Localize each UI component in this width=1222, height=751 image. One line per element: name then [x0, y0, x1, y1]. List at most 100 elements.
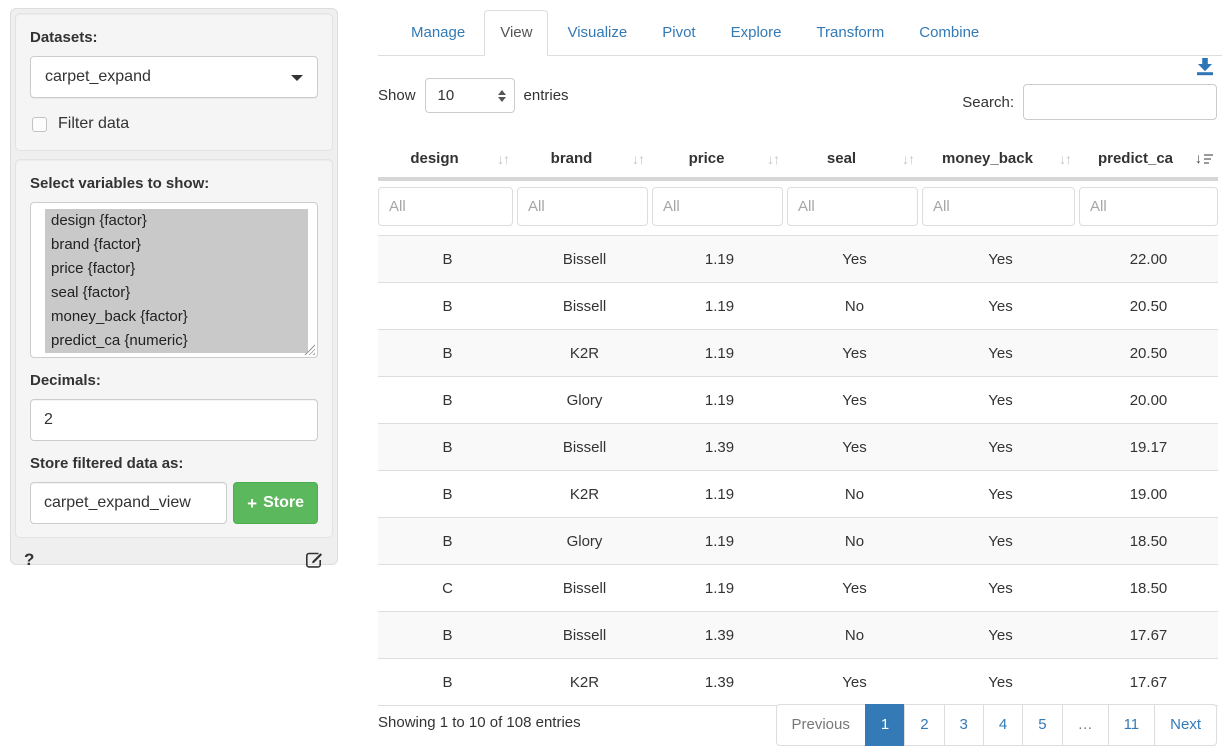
search-input[interactable] [1023, 84, 1217, 120]
column-header-design[interactable]: design ↓↑ ↓ [378, 139, 517, 179]
table-row[interactable]: B Bissell 1.39 Yes Yes 19.17 [378, 424, 1218, 471]
cell-predict-ca: 18.50 [1079, 518, 1218, 565]
variable-option[interactable]: predict_ca {numeric} [45, 329, 308, 353]
cell-brand: K2R [517, 659, 652, 706]
tab-visualize[interactable]: Visualize [551, 10, 643, 56]
page-length-value: 10 [438, 87, 455, 104]
variable-option[interactable]: money_back {factor} [45, 305, 308, 329]
tab-transform[interactable]: Transform [800, 10, 900, 56]
download-icon[interactable] [1195, 56, 1215, 76]
store-name-input[interactable] [30, 482, 227, 524]
cell-design: B [378, 236, 517, 283]
dataset-panel: Datasets: carpet_expand Filter data [15, 13, 333, 151]
cell-seal: No [787, 612, 922, 659]
page-1[interactable]: 1 [865, 704, 905, 746]
cell-brand: Glory [517, 377, 652, 424]
cell-predict-ca: 20.50 [1079, 283, 1218, 330]
page-5[interactable]: 5 [1022, 704, 1062, 746]
data-table: design ↓↑ ↓ brand ↓↑ ↓ [378, 139, 1218, 706]
caret-down-icon [291, 75, 303, 81]
column-label: seal [827, 150, 856, 167]
tab-pivot[interactable]: Pivot [646, 10, 711, 56]
filter-input-seal[interactable] [787, 187, 918, 226]
page-11[interactable]: 11 [1108, 704, 1156, 746]
table-row[interactable]: B K2R 1.19 Yes Yes 20.50 [378, 330, 1218, 377]
cell-seal: No [787, 518, 922, 565]
variable-option[interactable]: seal {factor} [45, 281, 308, 305]
filter-input-price[interactable] [652, 187, 783, 226]
cell-predict-ca: 18.50 [1079, 565, 1218, 612]
stepper-arrows-icon [498, 90, 506, 102]
cell-seal: Yes [787, 424, 922, 471]
table-row[interactable]: B Glory 1.19 No Yes 18.50 [378, 518, 1218, 565]
cell-price: 1.19 [652, 565, 787, 612]
page-ellipsis[interactable]: … [1062, 704, 1109, 746]
column-header-seal[interactable]: seal ↓↑ ↓ [787, 139, 922, 179]
sidebar: Datasets: carpet_expand Filter data Sele… [10, 8, 338, 565]
page-next[interactable]: Next [1154, 704, 1217, 746]
tab-view[interactable]: View [484, 10, 548, 56]
cell-design: B [378, 518, 517, 565]
page-3[interactable]: 3 [944, 704, 984, 746]
cell-predict-ca: 17.67 [1079, 659, 1218, 706]
table-row[interactable]: C Bissell 1.19 Yes Yes 18.50 [378, 565, 1218, 612]
variable-option[interactable]: brand {factor} [45, 233, 308, 257]
sort-both-icon: ↓↑ [902, 151, 914, 167]
cell-price: 1.19 [652, 283, 787, 330]
cell-price: 1.19 [652, 377, 787, 424]
dataset-select[interactable]: carpet_expand [30, 56, 318, 98]
filter-data-checkbox[interactable] [32, 117, 47, 132]
filter-input-brand[interactable] [517, 187, 648, 226]
variable-option[interactable]: price {factor} [45, 257, 308, 281]
table-row[interactable]: B Glory 1.19 Yes Yes 20.00 [378, 377, 1218, 424]
column-header-brand[interactable]: brand ↓↑ ↓ [517, 139, 652, 179]
cell-price: 1.39 [652, 659, 787, 706]
table-row[interactable]: B Bissell 1.19 Yes Yes 22.00 [378, 236, 1218, 283]
cell-money-back: Yes [922, 424, 1079, 471]
cell-seal: No [787, 471, 922, 518]
cell-price: 1.39 [652, 612, 787, 659]
cell-money-back: Yes [922, 659, 1079, 706]
column-label: money_back [942, 150, 1033, 167]
dataset-select-value: carpet_expand [45, 68, 151, 86]
header-row: design ↓↑ ↓ brand ↓↑ ↓ [378, 139, 1218, 179]
cell-price: 1.19 [652, 518, 787, 565]
column-header-price[interactable]: price ↓↑ ↓ [652, 139, 787, 179]
page-2[interactable]: 2 [904, 704, 944, 746]
column-header-predict-ca[interactable]: predict_ca ↓↑ ↓ [1079, 139, 1218, 179]
cell-seal: No [787, 283, 922, 330]
cell-seal: Yes [787, 236, 922, 283]
filter-input-design[interactable] [378, 187, 513, 226]
store-button[interactable]: + Store [233, 482, 318, 524]
table-row[interactable]: B K2R 1.19 No Yes 19.00 [378, 471, 1218, 518]
store-row: + Store [30, 482, 318, 524]
cell-brand: Glory [517, 518, 652, 565]
table-row[interactable]: B Bissell 1.39 No Yes 17.67 [378, 612, 1218, 659]
table-row[interactable]: B K2R 1.39 Yes Yes 17.67 [378, 659, 1218, 706]
column-header-money-back[interactable]: money_back ↓↑ ↓ [922, 139, 1079, 179]
filter-input-predict-ca[interactable] [1079, 187, 1218, 226]
table-row[interactable]: B Bissell 1.19 No Yes 20.50 [378, 283, 1218, 330]
page-4[interactable]: 4 [983, 704, 1023, 746]
cell-predict-ca: 19.00 [1079, 471, 1218, 518]
tab-explore[interactable]: Explore [715, 10, 798, 56]
decimals-input[interactable] [30, 399, 318, 441]
sort-both-icon: ↓↑ [1059, 151, 1071, 167]
variables-listbox[interactable]: design {factor} brand {factor} price {fa… [30, 202, 318, 358]
tab-manage[interactable]: Manage [395, 10, 481, 56]
cell-seal: Yes [787, 330, 922, 377]
help-icon[interactable]: ? [24, 550, 34, 570]
edit-report-icon[interactable] [305, 551, 324, 570]
datasets-label: Datasets: [30, 29, 318, 46]
cell-design: B [378, 471, 517, 518]
cell-money-back: Yes [922, 518, 1079, 565]
page-previous[interactable]: Previous [776, 704, 866, 746]
cell-design: B [378, 424, 517, 471]
variable-option[interactable]: design {factor} [45, 209, 308, 233]
cell-brand: Bissell [517, 236, 652, 283]
page-length-select[interactable]: 10 [425, 78, 515, 113]
column-label: design [410, 150, 458, 167]
filter-input-money-back[interactable] [922, 187, 1075, 226]
cell-design: B [378, 377, 517, 424]
tab-combine[interactable]: Combine [903, 10, 995, 56]
